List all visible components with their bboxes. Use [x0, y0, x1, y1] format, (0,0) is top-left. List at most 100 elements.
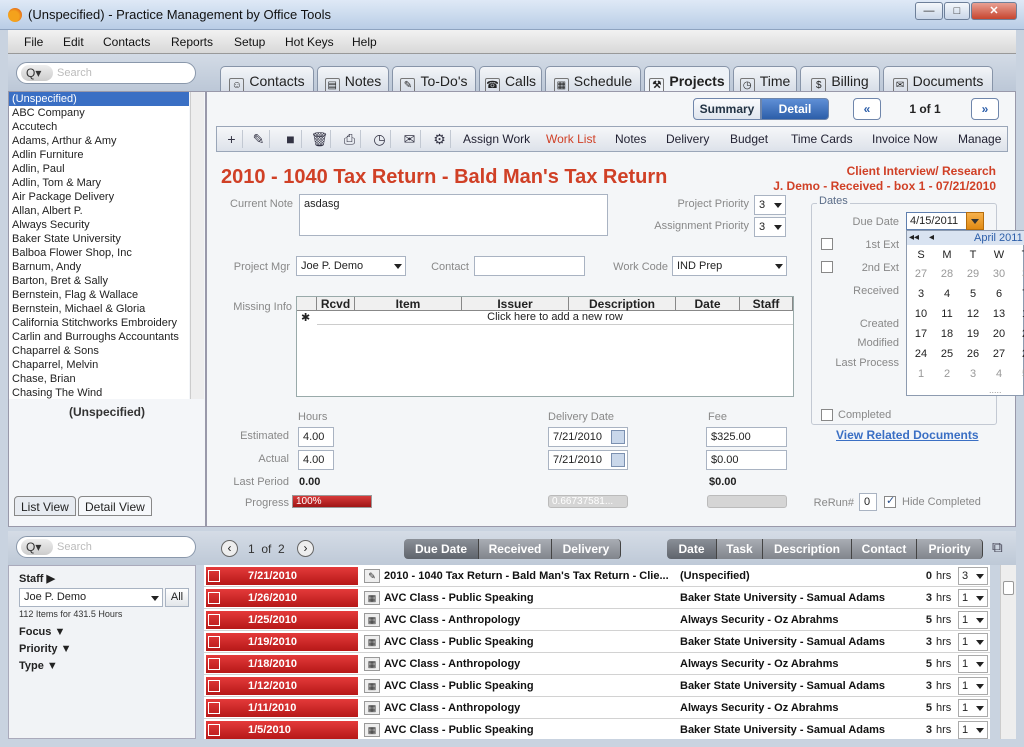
prev-project-button[interactable]: «: [853, 98, 881, 120]
minimize-button[interactable]: —: [915, 2, 943, 20]
prev-page-button[interactable]: ‹: [221, 540, 238, 557]
maximize-button[interactable]: □: [944, 2, 970, 20]
client-list-scrollbar[interactable]: [190, 92, 204, 399]
client-list-item[interactable]: Barnum, Andy: [9, 260, 189, 274]
calendar-day[interactable]: 17: [909, 328, 933, 340]
grid-col-issuer[interactable]: Issuer: [462, 297, 569, 311]
actual-delivery-field[interactable]: 7/21/2010: [548, 450, 628, 470]
work-list-link[interactable]: Work List: [546, 132, 596, 146]
project-mgr-select[interactable]: Joe P. Demo: [296, 256, 406, 276]
missing-info-grid[interactable]: Rcvd Item Issuer Description Date Staff …: [296, 296, 794, 397]
email-icon[interactable]: ✉: [399, 130, 421, 148]
completed-checkbox[interactable]: [821, 409, 833, 421]
menu-setup[interactable]: Setup: [234, 35, 265, 49]
actual-fee-field[interactable]: $0.00: [706, 450, 787, 470]
client-list-item[interactable]: Air Package Delivery: [9, 190, 189, 204]
calendar-day[interactable]: 4: [987, 368, 1011, 380]
save-icon[interactable]: ■: [280, 130, 302, 148]
settings-icon[interactable]: ⚙: [429, 130, 451, 148]
client-list-item[interactable]: Adlin, Tom & Mary: [9, 176, 189, 190]
calendar-day[interactable]: 6: [987, 288, 1011, 300]
staff-filter-label[interactable]: Staff ▶: [19, 572, 55, 585]
menu-edit[interactable]: Edit: [63, 35, 84, 49]
calendar-day[interactable]: 3: [961, 368, 985, 380]
row-checkbox[interactable]: [208, 680, 220, 692]
delete-icon[interactable]: 🗑: [309, 130, 331, 148]
grid-col-date[interactable]: Date: [676, 297, 740, 311]
table-row[interactable]: 1/11/2010 ▦ AVC Class - Anthropology Always…: [204, 697, 990, 719]
menu-help[interactable]: Help: [352, 35, 377, 49]
client-list-item[interactable]: Bernstein, Michael & Gloria: [9, 302, 189, 316]
calendar-day[interactable]: 10: [909, 308, 933, 320]
search-icon[interactable]: Q▾: [21, 539, 53, 555]
project-priority-select[interactable]: 3: [754, 195, 786, 215]
detail-button[interactable]: Detail: [761, 98, 829, 120]
calendar-day[interactable]: 18: [935, 328, 959, 340]
tab-calls[interactable]: ☎ Calls: [479, 66, 542, 93]
due-date-picker-icon[interactable]: [966, 212, 984, 230]
row-checkbox[interactable]: [208, 570, 220, 582]
calendar-day[interactable]: 2: [935, 368, 959, 380]
print-icon[interactable]: ⎙: [339, 130, 361, 148]
client-list-item[interactable]: Barton, Bret & Sally: [9, 274, 189, 288]
row-checkbox[interactable]: [208, 724, 220, 736]
calendar-day[interactable]: 24: [909, 348, 933, 360]
row-checkbox[interactable]: [208, 636, 220, 648]
calendar-day[interactable]: 12: [961, 308, 985, 320]
next-project-button[interactable]: »: [971, 98, 999, 120]
client-list-item[interactable]: Adams, Arthur & Amy: [9, 134, 189, 148]
search-icon[interactable]: Q▾: [21, 65, 53, 81]
date-picker-calendar[interactable]: ◂◂ ◂ April 2011 SMTWT2728293033456710111…: [906, 230, 1024, 396]
calendar-day[interactable]: 2: [1013, 348, 1024, 360]
client-list-item[interactable]: Carlin and Burroughs Accountants: [9, 330, 189, 344]
prev-month-icon[interactable]: ◂: [929, 232, 934, 243]
row-priority-select[interactable]: 1: [958, 721, 988, 739]
row-checkbox[interactable]: [208, 614, 220, 626]
table-row[interactable]: 1/26/2010 ▦ AVC Class - Public Speaking Bak…: [204, 587, 990, 609]
calendar-day[interactable]: 5: [1013, 368, 1024, 380]
table-row[interactable]: 7/21/2010 ✎ 2010 - 1040 Tax Return - Bald …: [204, 565, 990, 587]
menu-hotkeys[interactable]: Hot Keys: [285, 35, 334, 49]
attach-icon[interactable]: ✎: [248, 130, 270, 148]
tab-documents[interactable]: ✉ Documents: [883, 66, 993, 93]
contact-search[interactable]: Q▾ Search: [16, 62, 196, 84]
client-list-item[interactable]: Bernstein, Flag & Wallace: [9, 288, 189, 302]
estimated-delivery-field[interactable]: 7/21/2010: [548, 427, 628, 447]
table-row[interactable]: 1/25/2010 ▦ AVC Class - Anthropology Always…: [204, 609, 990, 631]
estimated-hours-field[interactable]: 4.00: [298, 427, 334, 447]
delivery-link[interactable]: Delivery: [666, 132, 709, 146]
client-list-item[interactable]: Always Security: [9, 218, 189, 232]
row-priority-select[interactable]: 1: [958, 677, 988, 695]
calendar-day[interactable]: 11: [935, 308, 959, 320]
client-list-item[interactable]: California Stitchworks Embroidery: [9, 316, 189, 330]
client-list-item[interactable]: Balboa Flower Shop, Inc: [9, 246, 189, 260]
all-staff-button[interactable]: All: [165, 588, 189, 607]
client-list[interactable]: (Unspecified) ABC Company Accutech Adams, A…: [9, 92, 189, 399]
assign-work-link[interactable]: Assign Work: [463, 132, 530, 146]
calendar-day[interactable]: 7: [1013, 288, 1024, 300]
row-checkbox[interactable]: [208, 592, 220, 604]
invoice-now-link[interactable]: Invoice Now: [872, 132, 937, 146]
grid-col-description[interactable]: Description: [569, 297, 676, 311]
calendar-day[interactable]: 3: [1013, 268, 1024, 280]
staff-select[interactable]: Joe P. Demo: [19, 588, 163, 607]
client-list-item[interactable]: Chaparrel, Melvin: [9, 358, 189, 372]
clock-icon[interactable]: ◷: [369, 130, 391, 148]
add-row-prompt[interactable]: Click here to add a new row: [317, 311, 793, 325]
row-checkbox[interactable]: [208, 658, 220, 670]
grid-col-staff[interactable]: Staff: [740, 297, 793, 311]
current-note-field[interactable]: asdasg: [299, 194, 608, 236]
calendar-day[interactable]: 30: [987, 268, 1011, 280]
focus-filter[interactable]: Focus ▼: [19, 626, 65, 638]
client-list-item[interactable]: Baker State University: [9, 232, 189, 246]
calendar-day[interactable]: 25: [935, 348, 959, 360]
table-row[interactable]: 1/18/2010 ▦ AVC Class - Anthropology Always…: [204, 653, 990, 675]
calendar-day[interactable]: 1: [1013, 308, 1024, 320]
grid-col-rcvd[interactable]: Rcvd: [317, 297, 355, 311]
calendar-day[interactable]: 26: [961, 348, 985, 360]
tab-schedule[interactable]: ▦ Schedule: [545, 66, 641, 93]
next-page-button[interactable]: ›: [297, 540, 314, 557]
budget-link[interactable]: Budget: [730, 132, 768, 146]
add-icon[interactable]: +: [221, 130, 243, 148]
work-code-select[interactable]: IND Prep: [672, 256, 787, 276]
